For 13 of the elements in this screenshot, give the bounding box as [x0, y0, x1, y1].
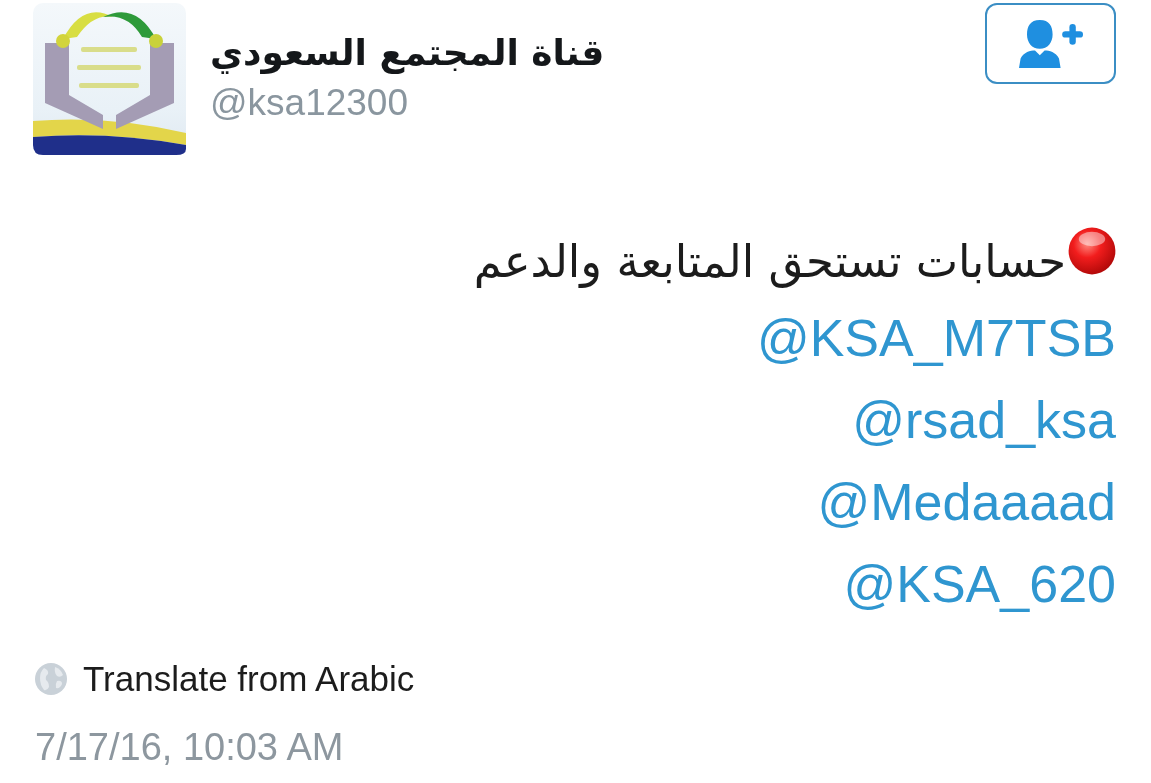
add-user-icon — [1018, 19, 1083, 68]
user-handle: @ksa12300 — [210, 81, 409, 125]
circle-emoji-icon — [1068, 227, 1116, 275]
translate-link[interactable]: Translate from Arabic — [83, 659, 415, 699]
mention-link[interactable]: @KSA_620 — [843, 543, 1116, 625]
tweet-timestamp: 7/17/16, 10:03 AM — [35, 725, 344, 769]
mention-link[interactable]: @KSA_M7TSB — [756, 297, 1116, 379]
mention-link[interactable]: @rsad_ksa — [852, 379, 1116, 461]
follow-button[interactable] — [985, 3, 1116, 84]
display-name: قناة المجتمع السعودي — [210, 31, 605, 76]
mention-link[interactable]: @Medaaaad — [817, 461, 1116, 543]
globe-icon — [35, 663, 67, 695]
tweet-text: حسابات تستحق المتابعة والدعم — [473, 234, 1066, 290]
